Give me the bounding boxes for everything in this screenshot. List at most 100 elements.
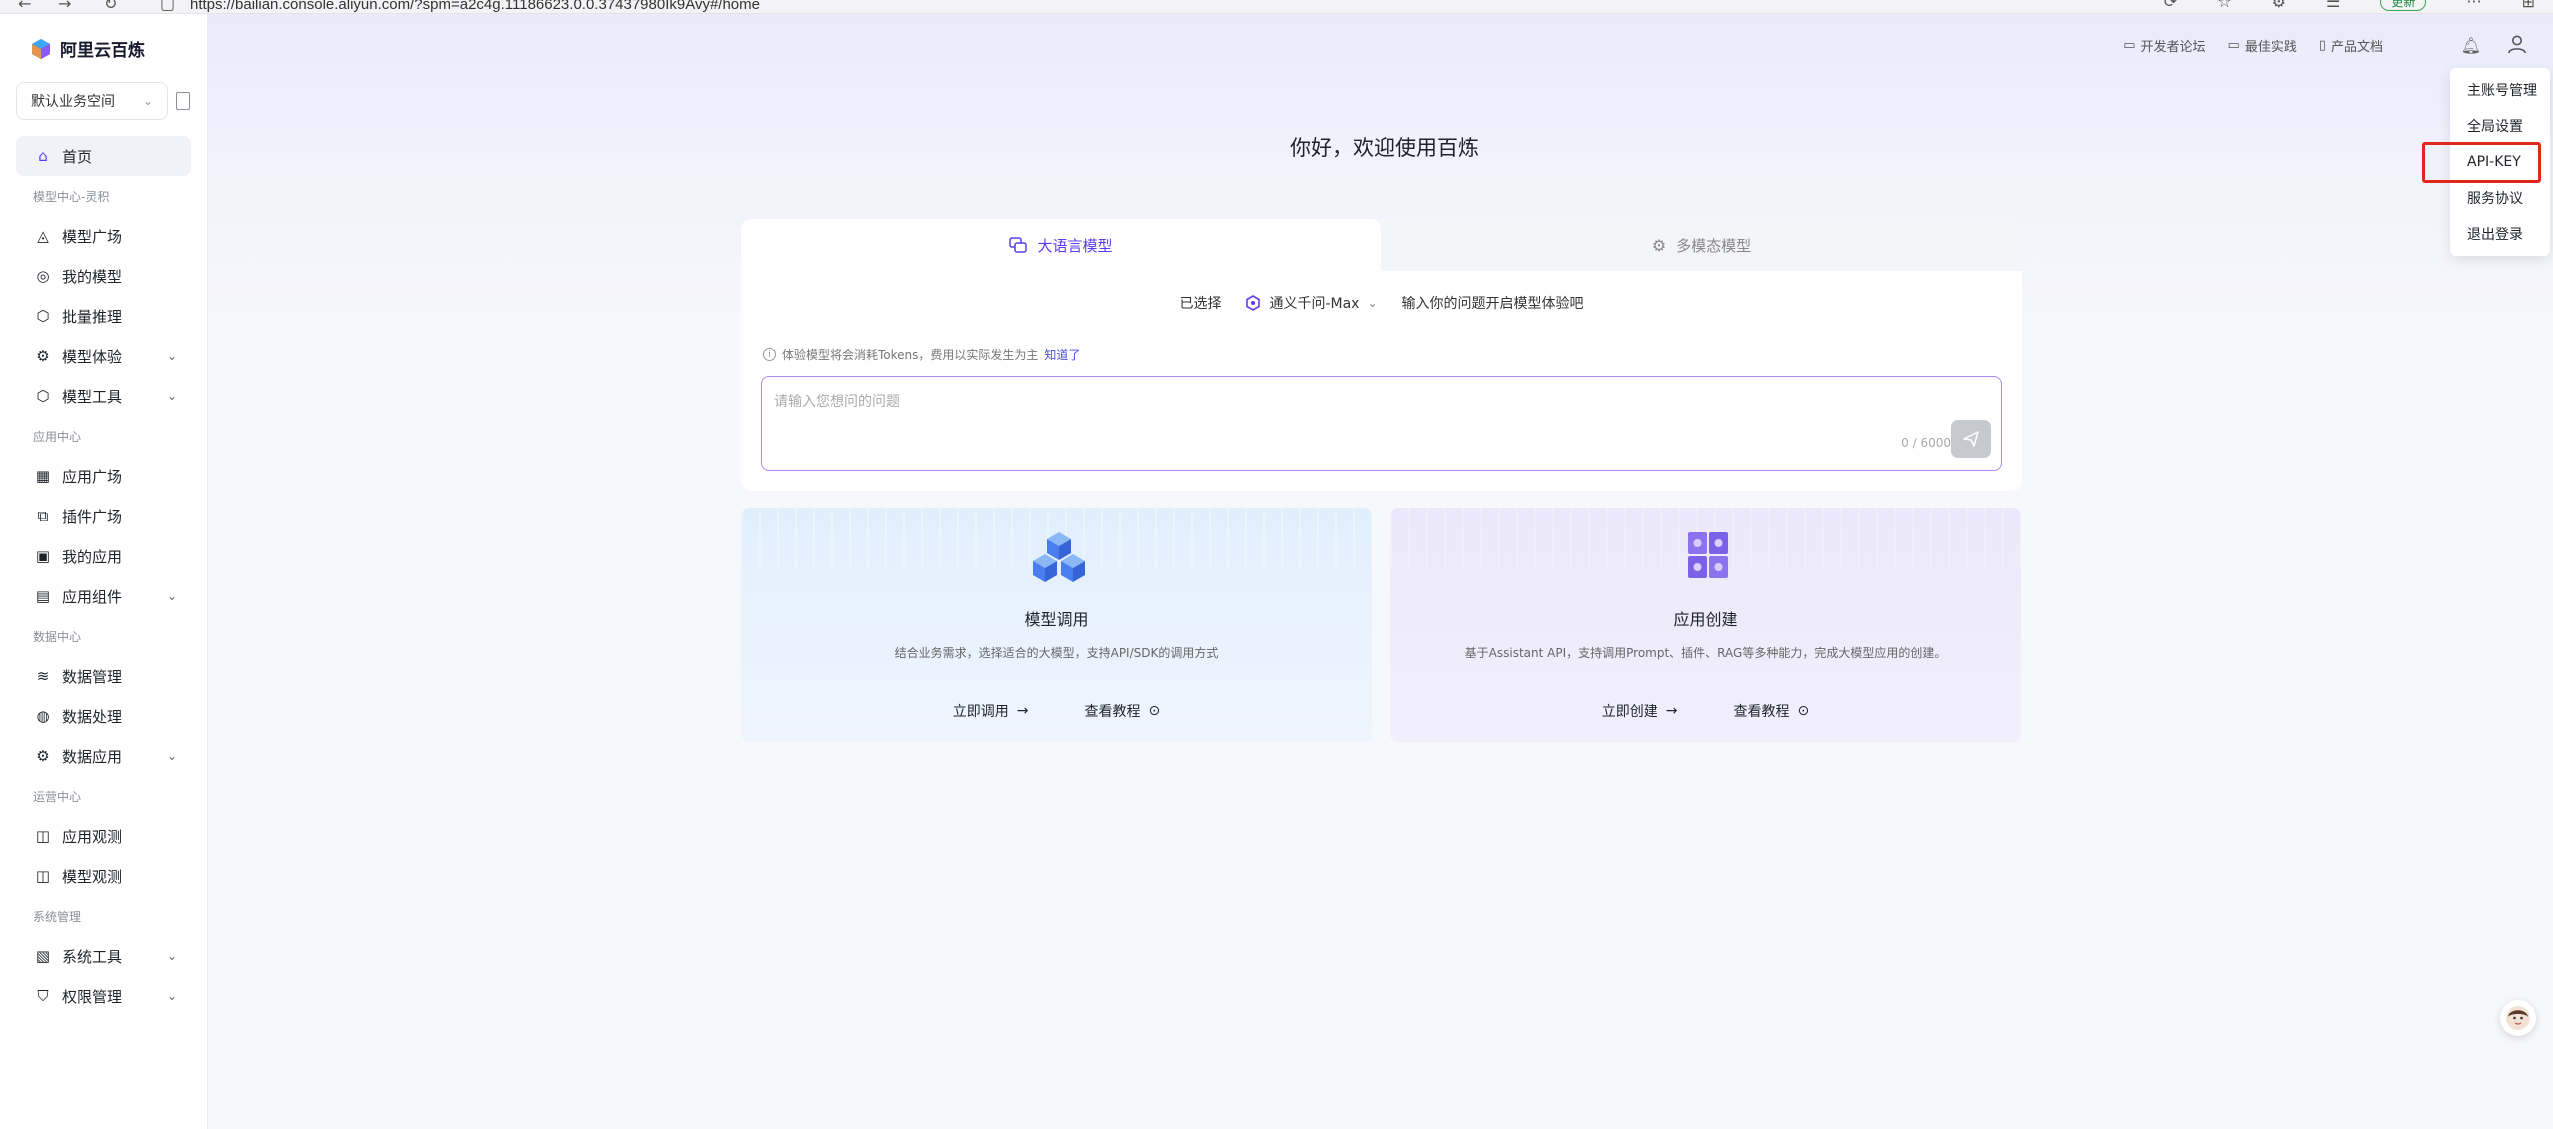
create-now-button[interactable]: 立即创建 → <box>1602 701 1678 721</box>
sidebar-item-data-management[interactable]: ≋ 数据管理 <box>16 656 191 696</box>
arrow-right-icon: → <box>1016 703 1029 719</box>
extensions-puzzle-icon[interactable]: ⚙ <box>2272 0 2286 11</box>
chevron-down-icon: ⌄ <box>166 949 177 963</box>
more-icon[interactable]: ··· <box>2466 0 2481 11</box>
my-app-icon: ▣ <box>35 547 51 565</box>
sidebar-item-system-tools[interactable]: ▧ 系统工具 ⌄ <box>16 936 191 976</box>
sidebar-item-label: 模型体验 <box>62 347 123 366</box>
user-icon[interactable] <box>2506 33 2528 55</box>
sidebar-item-model-tools[interactable]: ⬡ 模型工具 ⌄ <box>16 376 191 416</box>
sidebar-item-data-application[interactable]: ⚙ 数据应用 ⌄ <box>16 736 191 776</box>
sidebar-item-label: 我的应用 <box>62 547 123 566</box>
send-button[interactable] <box>1951 420 1991 458</box>
prompt-input[interactable] <box>762 377 2001 470</box>
site-info-icon[interactable]: ▢ <box>160 0 175 13</box>
view-tutorial-button[interactable]: 查看教程 ⊙ <box>1085 701 1161 721</box>
home-icon: ⌂ <box>38 147 48 165</box>
header-links: ▭ 开发者论坛 ▭ 最佳实践 ▯ 产品文档 <box>2123 36 2383 55</box>
sidebar-item-app-observation[interactable]: ◫ 应用观测 <box>16 816 191 856</box>
docs-icon: ▯ <box>2318 38 2326 53</box>
play-circle-icon: ⊙ <box>1148 703 1161 719</box>
collections-icon[interactable]: ☰ <box>2326 0 2340 11</box>
address-bar[interactable]: https://bailian.console.aliyun.com/?spm=… <box>190 0 760 13</box>
chat-icon <box>1009 237 1028 253</box>
workspace-select[interactable]: 默认业务空间 ⌄ <box>16 82 168 120</box>
model-chat-card: 大语言模型 ⚙ 多模态模型 已选择 通义千问-Max ⌄ 输入你的问题开启模型体… <box>741 219 2022 491</box>
tab-multimodal-label: 多模态模型 <box>1676 236 1752 255</box>
chevron-down-icon: ⌄ <box>166 749 177 763</box>
multimodal-icon: ⚙ <box>1651 235 1667 255</box>
menu-item-global-settings[interactable]: 全局设置 <box>2450 108 2550 144</box>
card-description: 基于Assistant API，支持调用Prompt、插件、RAG等多种能力，完… <box>1464 646 1947 660</box>
selected-label: 已选择 <box>1179 296 1222 312</box>
sidebar-item-label: 我的模型 <box>62 267 123 286</box>
invoke-now-button[interactable]: 立即调用 → <box>953 701 1029 721</box>
sidebar-item-label: 模型广场 <box>62 227 123 246</box>
extension-icon[interactable]: ⟳ <box>2164 0 2177 11</box>
send-icon <box>1963 431 1979 447</box>
model-square-icon: ◬ <box>37 227 49 245</box>
menu-item-service-agreement[interactable]: 服务协议 <box>2450 180 2550 216</box>
sidebar-toggle-icon[interactable]: ⊞ <box>2522 0 2535 11</box>
model-tools-icon: ⬡ <box>36 387 50 405</box>
sidebar-item-model-experience[interactable]: ⚙ 模型体验 ⌄ <box>16 336 191 376</box>
tab-multimodal[interactable]: ⚙ 多模态模型 <box>1381 219 2022 271</box>
sidebar-item-label: 首页 <box>62 147 93 166</box>
plugin-square-icon: ⧉ <box>37 507 49 525</box>
sidebar-section-label: 数据中心 <box>33 629 82 644</box>
favorite-star-icon[interactable]: ☆ <box>2217 0 2231 11</box>
app-components-icon: ▤ <box>35 587 51 605</box>
system-tools-icon: ▧ <box>35 947 51 965</box>
logo[interactable]: 阿里云百炼 <box>30 36 145 61</box>
sidebar-item-my-model[interactable]: ◎ 我的模型 <box>16 256 191 296</box>
sidebar-item-label: 模型观测 <box>62 867 123 886</box>
my-model-icon: ◎ <box>36 267 50 285</box>
forward-icon[interactable]: → <box>58 0 71 13</box>
sidebar-item-label: 应用广场 <box>62 467 123 486</box>
view-tutorial-button[interactable]: 查看教程 ⊙ <box>1734 701 1810 721</box>
sidebar-item-app-components[interactable]: ▤ 应用组件 ⌄ <box>16 576 191 616</box>
arrow-right-icon: → <box>1665 703 1678 719</box>
model-tabs: 大语言模型 ⚙ 多模态模型 <box>741 219 2022 271</box>
sidebar-section-label: 应用中心 <box>33 429 82 444</box>
reload-icon[interactable]: ↻ <box>104 0 117 13</box>
developer-forum-link[interactable]: ▭ 开发者论坛 <box>2123 36 2205 55</box>
sidebar-item-model-square[interactable]: ◬ 模型广场 <box>16 216 191 256</box>
sidebar-item-plugin-square[interactable]: ⧉ 插件广场 <box>16 496 191 536</box>
practice-icon: ▭ <box>2227 38 2240 53</box>
card-actions: 立即创建 → 查看教程 ⊙ <box>1390 701 2021 721</box>
sidebar-item-label: 批量推理 <box>62 307 123 326</box>
back-icon[interactable]: ← <box>18 0 31 13</box>
menu-item-account-management[interactable]: 主账号管理 <box>2450 72 2550 108</box>
sidebar-item-my-app[interactable]: ▣ 我的应用 <box>16 536 191 576</box>
token-tip: i 体验模型将会消耗Tokens，费用以实际发生为主 知道了 <box>763 346 1080 363</box>
sidebar-item-model-observation[interactable]: ◫ 模型观测 <box>16 856 191 896</box>
sidebar-item-data-processing[interactable]: ◍ 数据处理 <box>16 696 191 736</box>
dismiss-tip-link[interactable]: 知道了 <box>1044 346 1080 363</box>
sidebar-item-label: 权限管理 <box>62 987 123 1006</box>
sidebar-item-batch-inference[interactable]: ⬡ 批量推理 <box>16 296 191 336</box>
tip-text: 体验模型将会消耗Tokens，费用以实际发生为主 <box>782 348 1039 362</box>
workspace-doc-icon[interactable] <box>176 92 190 110</box>
model-experience-icon: ⚙ <box>36 347 50 365</box>
sidebar-item-home[interactable]: ⌂ 首页 <box>16 136 191 176</box>
model-select[interactable]: 通义千问-Max ⌄ <box>1235 289 1388 317</box>
tab-llm[interactable]: 大语言模型 <box>741 219 1381 271</box>
cube-icon <box>1033 532 1085 582</box>
assistant-avatar[interactable] <box>2500 1000 2536 1036</box>
menu-item-logout[interactable]: 退出登录 <box>2450 216 2550 252</box>
sidebar-item-label: 数据应用 <box>62 747 123 766</box>
best-practice-link[interactable]: ▭ 最佳实践 <box>2228 36 2297 55</box>
app-observation-icon: ◫ <box>35 827 51 845</box>
page-title: 你好，欢迎使用百炼 <box>1290 136 1479 160</box>
sidebar-item-label: 数据处理 <box>62 707 123 726</box>
sidebar-section-label: 系统管理 <box>33 909 82 924</box>
bell-icon[interactable]: 🔔︎ <box>2461 36 2481 55</box>
sidebar-item-permission-management[interactable]: ⛉ 权限管理 ⌄ <box>16 976 191 1016</box>
qwen-logo-icon <box>1246 295 1261 311</box>
logo-text: 阿里云百炼 <box>60 41 145 61</box>
update-button[interactable]: 更新 <box>2380 0 2427 11</box>
sidebar-item-app-square[interactable]: ▦ 应用广场 <box>16 456 191 496</box>
product-docs-link[interactable]: ▯ 产品文档 <box>2319 36 2383 55</box>
sidebar-section-label: 运营中心 <box>33 789 82 804</box>
